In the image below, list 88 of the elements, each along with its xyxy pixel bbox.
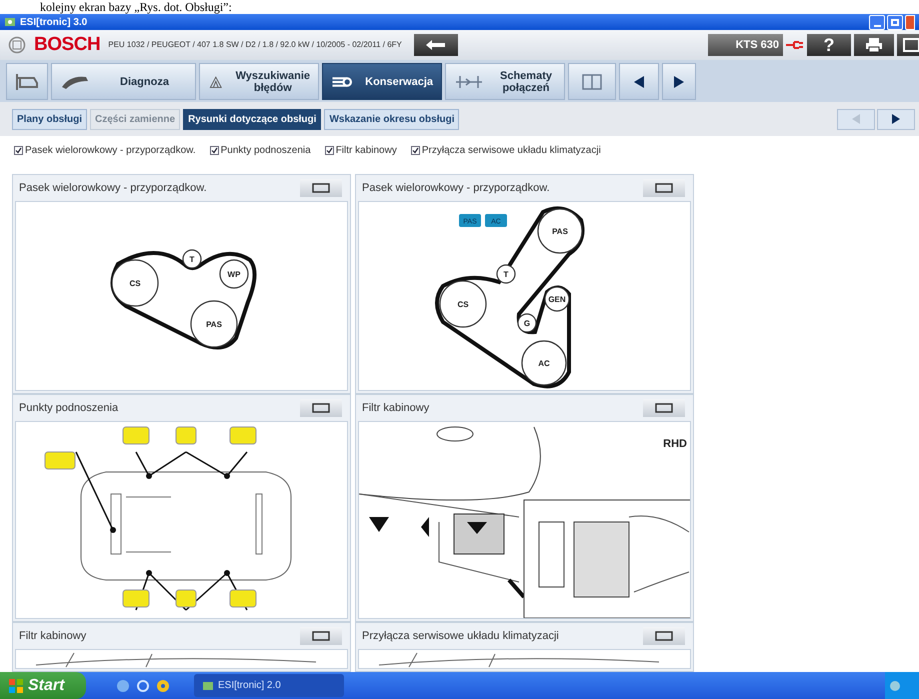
- toolbar-button[interactable]: [897, 34, 919, 56]
- window-icon: [312, 403, 330, 413]
- app-icon: [4, 16, 16, 28]
- pulley-label: T: [190, 255, 194, 264]
- nav-tab[interactable]: Diagnoza: [51, 63, 196, 100]
- pulley-label: PAS: [206, 320, 222, 329]
- section-tab[interactable]: Rysunki dotyczące obsługi: [183, 108, 322, 130]
- caption-text: kolejny ekran bazy „Rys. dot. Obsługi”:: [40, 0, 232, 14]
- media-icon[interactable]: [156, 678, 170, 692]
- back-button[interactable]: [414, 34, 458, 56]
- checkbox[interactable]: [14, 146, 23, 154]
- panel-title: Punkty podnoszenia: [19, 400, 118, 416]
- app-icon: [202, 680, 214, 692]
- section-tab[interactable]: Plany obsługi: [12, 108, 88, 130]
- close-button[interactable]: [905, 14, 915, 30]
- plug-icon: [786, 40, 804, 50]
- checkbox-label: Pasek wielorowkowy - przyporządkow.: [25, 144, 196, 158]
- window-icon: [312, 183, 330, 193]
- enlarge-button[interactable]: [643, 627, 685, 645]
- brand-name: BOSCH: [34, 32, 100, 57]
- nav-tab[interactable]: Konserwacja: [322, 63, 442, 100]
- vehicle-info: PEU 1032 / PEUGEOT / 407 1.8 SW / D2 / 1.8 / 92.0 kW / 10/2005 - 02/2011 / 6FY: [108, 39, 402, 51]
- left-arrow-icon: [852, 114, 860, 124]
- nav-tab[interactable]: Schematy połączeń: [445, 63, 565, 100]
- printer-icon: [865, 37, 883, 53]
- pulley-label: T: [504, 270, 508, 279]
- device-name: KTS 630: [708, 34, 783, 56]
- pulley-shape: [544, 286, 570, 312]
- pulley-label: WP: [228, 270, 240, 279]
- scroll-right-button[interactable]: [877, 108, 915, 130]
- pulley-shape: [537, 208, 583, 254]
- previous-button[interactable]: [619, 63, 659, 100]
- next-button[interactable]: [662, 63, 696, 100]
- brand-logo-icon: [8, 36, 26, 54]
- pulley-shape: [517, 313, 537, 333]
- manual-tab[interactable]: [568, 63, 616, 100]
- enlarge-button[interactable]: [300, 399, 342, 417]
- checkbox-label: Filtr kabinowy: [336, 144, 397, 158]
- pulley-label: G: [524, 319, 530, 328]
- window-icon: [655, 183, 673, 193]
- pulley-shape: [190, 300, 238, 348]
- panel-title: Przyłącza serwisowe układu klimatyzacji: [362, 628, 559, 644]
- enlarge-button[interactable]: [300, 179, 342, 197]
- back-arrow-icon: [424, 39, 447, 51]
- checkbox[interactable]: [210, 146, 219, 154]
- checkbox-label: Przyłącza serwisowe układu klimatyzacji: [422, 144, 601, 158]
- panel-title: Filtr kabinowy: [362, 400, 430, 416]
- window-icon: [312, 631, 330, 641]
- pulley-label: PAS: [552, 227, 568, 236]
- tray-icon: [889, 680, 901, 692]
- pulley-shape: [439, 280, 487, 328]
- pulley-shape: [111, 259, 159, 307]
- right-arrow-icon: [892, 114, 900, 124]
- enlarge-button[interactable]: [300, 627, 342, 645]
- checkbox-label: Punkty podnoszenia: [220, 144, 311, 158]
- enlarge-button[interactable]: [643, 179, 685, 197]
- minimize-button[interactable]: [869, 14, 885, 30]
- window-icon: [903, 37, 919, 53]
- nav-tab[interactable]: Wyszukiwanie błędów: [199, 63, 319, 100]
- checkbox[interactable]: [324, 146, 334, 154]
- pulley-shape: [496, 264, 516, 284]
- print-button[interactable]: [854, 34, 894, 56]
- pulley-shape: [521, 340, 567, 386]
- left-arrow-icon: [634, 76, 644, 88]
- pulley-shape: [219, 259, 249, 289]
- pulley-shape: [182, 249, 202, 269]
- pulley-label: CS: [129, 279, 141, 288]
- book-icon: [581, 72, 603, 90]
- window-icon: [655, 403, 673, 413]
- drive-side-label: RHD: [663, 438, 687, 450]
- taskbar-item[interactable]: ESI[tronic] 2.0: [194, 674, 344, 697]
- checkbox[interactable]: [410, 146, 420, 154]
- right-arrow-icon: [674, 76, 684, 88]
- pulley-label: GEN: [548, 295, 566, 304]
- maximize-button[interactable]: [887, 14, 903, 30]
- vehicle-tab[interactable]: [6, 63, 48, 100]
- window-icon: [655, 631, 673, 641]
- pulley-label: AC: [538, 359, 550, 368]
- windows-logo-icon: [8, 678, 24, 694]
- panel-title: Pasek wielorowkowy - przyporządkow.: [362, 180, 550, 196]
- section-tab[interactable]: Wskazanie okresu obsługi: [324, 108, 460, 130]
- start-button[interactable]: Start: [0, 672, 86, 699]
- window-title: ESI[tronic] 3.0: [20, 16, 88, 30]
- pulley-label: CS: [457, 300, 469, 309]
- help-button[interactable]: ?: [807, 34, 851, 56]
- panel-title: Pasek wielorowkowy - przyporządkow.: [19, 180, 207, 196]
- panel-title: Filtr kabinowy: [19, 628, 86, 644]
- enlarge-button[interactable]: [643, 399, 685, 417]
